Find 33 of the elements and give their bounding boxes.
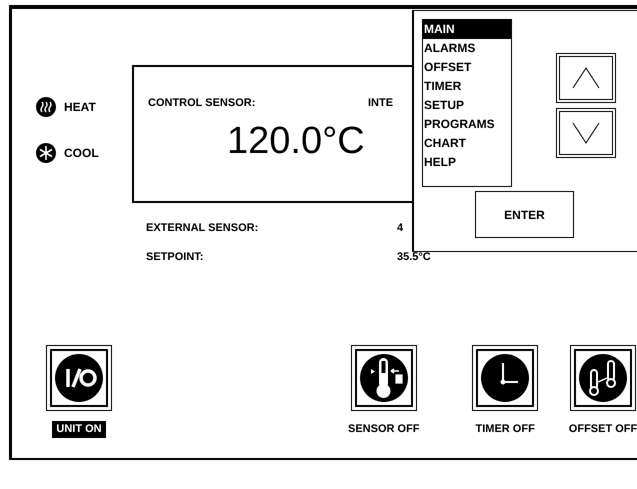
clock-icon — [480, 353, 530, 403]
sensor-button[interactable] — [350, 345, 417, 411]
menu-item[interactable]: CHART — [423, 134, 511, 153]
reading-label: SETPOINT: — [146, 250, 204, 264]
menu-item[interactable]: MAIN — [423, 20, 511, 39]
reading-label: EXTERNAL SENSOR: — [146, 221, 260, 236]
timer-button[interactable] — [472, 345, 538, 411]
heat-waves-icon — [36, 97, 56, 117]
caret-down-icon — [571, 121, 601, 145]
snowflake-icon — [36, 143, 56, 163]
menu-item[interactable]: OFFSET — [423, 58, 511, 77]
menu-item[interactable]: HELP — [423, 153, 511, 172]
control-status: UNIT ON — [52, 421, 106, 438]
thermometer-icon — [358, 353, 409, 403]
offset-button[interactable] — [570, 345, 636, 411]
caret-up-icon — [571, 66, 601, 90]
reading-value: 4 — [397, 221, 404, 236]
up-button[interactable] — [556, 53, 616, 103]
indicator-label: HEAT — [64, 99, 96, 116]
display-label: CONTROL SENSOR: — [148, 96, 256, 111]
power-button[interactable] — [46, 345, 112, 411]
menu-item[interactable]: SETUP — [423, 96, 511, 115]
temperature-reading: 120.0°C — [227, 122, 365, 160]
display-source: INTE — [368, 96, 394, 111]
enter-button[interactable]: ENTER — [475, 191, 574, 238]
menu-item[interactable]: TIMER — [423, 77, 511, 96]
thermometers-icon — [578, 353, 628, 403]
power-icon — [54, 353, 104, 403]
menu-item[interactable]: PROGRAMS — [423, 115, 511, 134]
down-button[interactable] — [556, 108, 616, 158]
menu-item[interactable]: ALARMS — [423, 39, 511, 58]
indicator-label: COOL — [64, 145, 99, 162]
reading-value: 35.5°C — [397, 250, 431, 264]
